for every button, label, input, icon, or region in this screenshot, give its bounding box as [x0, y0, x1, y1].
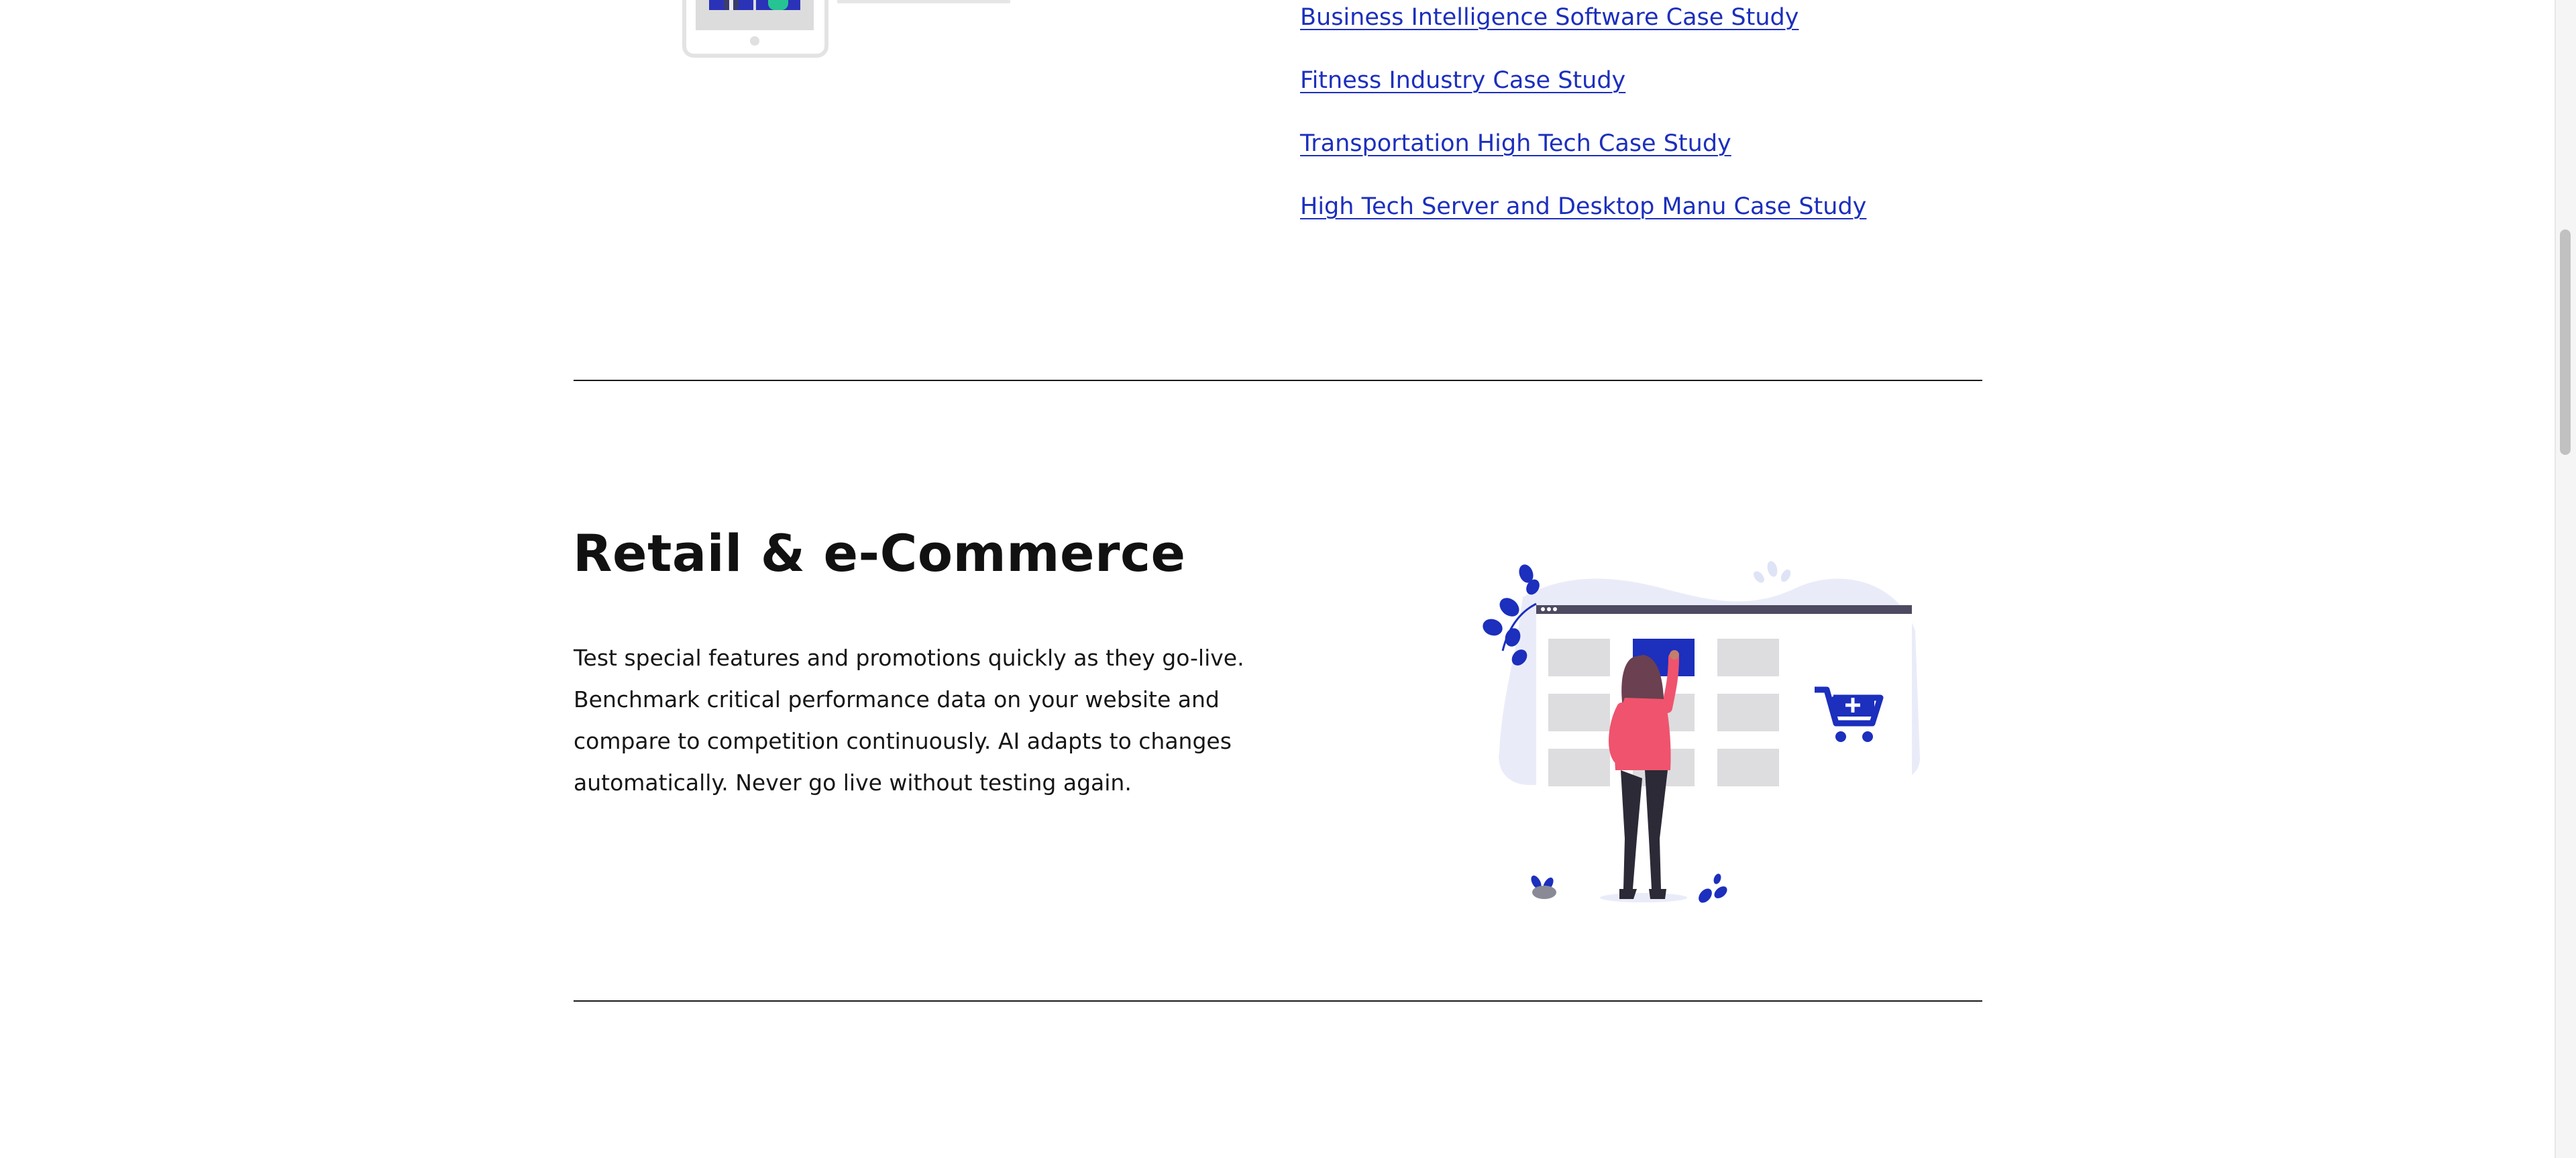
- case-study-link-high-tech-server[interactable]: High Tech Server and Desktop Manu Case S…: [1300, 193, 1866, 220]
- woman-shopping-grid-cart-illustration: [1483, 561, 1920, 903]
- scrollbar-thumb[interactable]: [2560, 229, 2571, 455]
- list-item: High Tech Server and Desktop Manu Case S…: [1300, 193, 1866, 220]
- section-description: Test special features and promotions qui…: [574, 637, 1244, 804]
- description-line: Test special features and promotions qui…: [574, 645, 1244, 671]
- list-item: Business Intelligence Software Case Stud…: [1300, 4, 1799, 31]
- case-study-link-business-intelligence[interactable]: Business Intelligence Software Case Stud…: [1300, 4, 1799, 31]
- page: Business Intelligence Software Case Stud…: [0, 0, 2576, 1158]
- description-line: Benchmark critical performance data on y…: [574, 686, 1220, 713]
- case-study-link-transportation[interactable]: Transportation High Tech Case Study: [1300, 130, 1731, 157]
- section-title: Retail & e-Commerce: [573, 523, 1186, 583]
- section-divider: [574, 380, 1982, 381]
- scrollbar-track[interactable]: [2555, 0, 2576, 1158]
- section-divider: [574, 1000, 1982, 1002]
- list-item: Transportation High Tech Case Study: [1300, 130, 1731, 157]
- description-line: compare to competition continuously. AI …: [574, 728, 1232, 754]
- tablet-video-call-illustration: [682, 0, 1010, 58]
- description-line: automatically. Never go live without tes…: [574, 770, 1132, 796]
- case-study-link-fitness[interactable]: Fitness Industry Case Study: [1300, 67, 1625, 94]
- list-item: Fitness Industry Case Study: [1300, 67, 1625, 94]
